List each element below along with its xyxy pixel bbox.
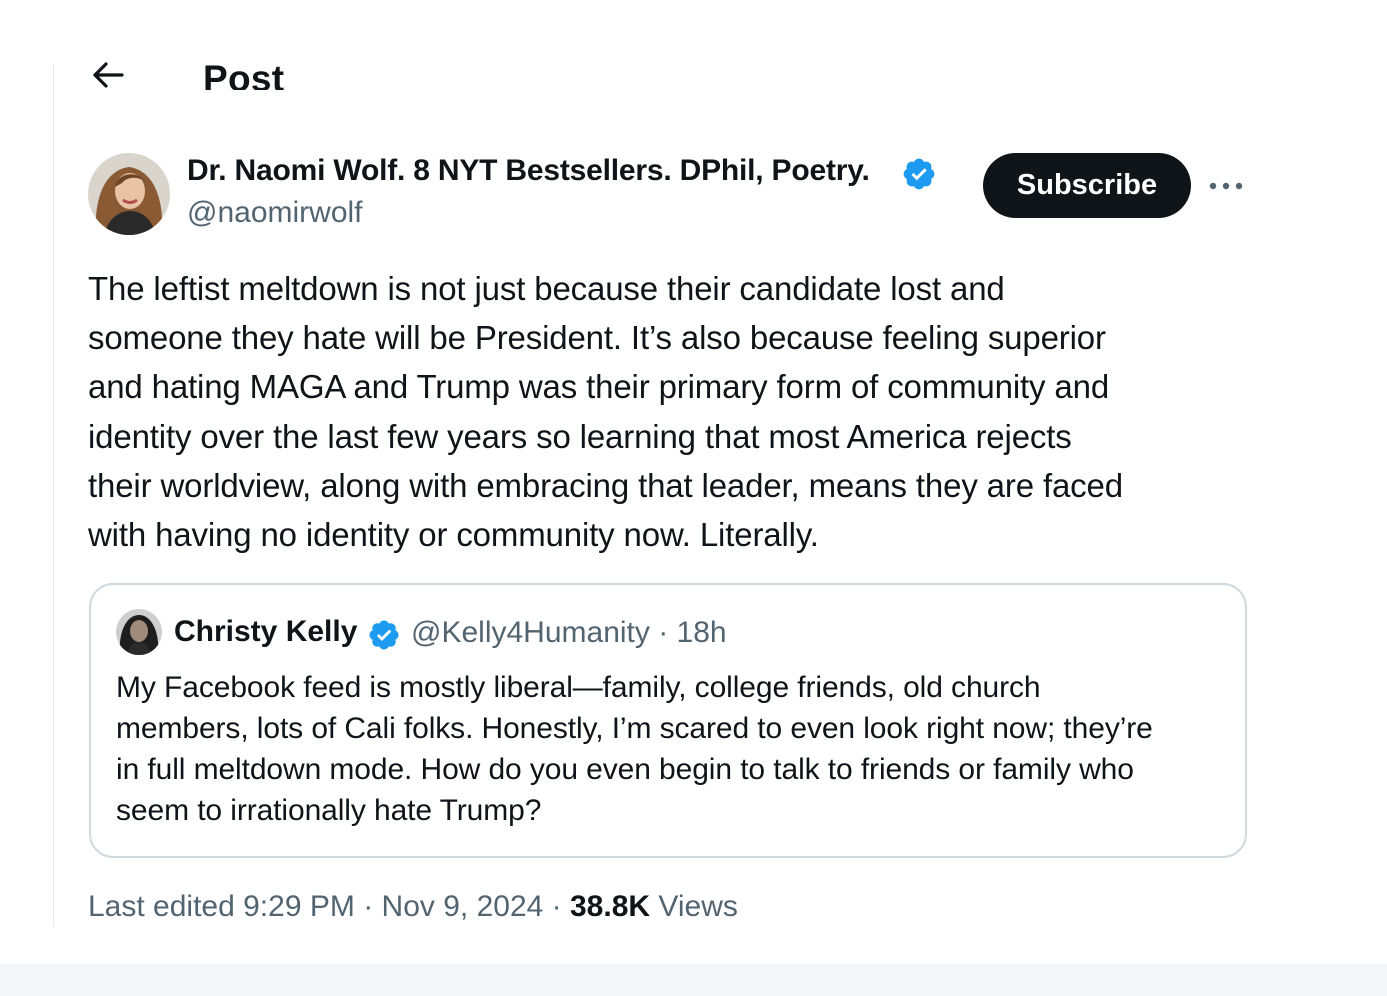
quoted-tweet-text: My Facebook feed is mostly liberal—famil… [116,667,1236,831]
bottom-band [0,964,1387,996]
quoted-tweet-card[interactable]: Christy Kelly @Kelly4Humanity · 18h My F… [89,583,1247,858]
tweet-text-line: and hating MAGA and Trump was their prim… [88,368,1110,406]
tweet-text-line: someone they hate will be President. It’… [88,319,1106,357]
quoted-text-line: seem to irrationally hate Trump? [116,794,542,827]
subscribe-button[interactable]: Subscribe [983,153,1191,218]
quoted-text-line: in full meltdown mode. How do you even b… [116,753,1134,786]
timeline-divider [53,64,54,926]
edited-label[interactable]: Last edited [88,890,235,923]
author-handle[interactable]: @naomirwolf [187,196,363,230]
tweet-time[interactable]: 9:29 PM [243,890,355,923]
quoted-author-name[interactable]: Christy Kelly [174,615,357,649]
author-name[interactable]: Dr. Naomi Wolf. 8 NYT Bestsellers. DPhil… [187,154,870,188]
quoted-author-handle: @Kelly4Humanity · 18h [411,616,727,649]
quoted-timestamp[interactable]: 18h [677,616,727,649]
more-horizontal-icon [1209,182,1243,190]
quoted-handle[interactable]: @Kelly4Humanity [411,616,650,649]
views-label: Views [658,890,738,923]
quoted-text-line: My Facebook feed is mostly liberal—famil… [116,671,1041,704]
author-avatar[interactable] [88,153,170,235]
tweet-text-line: The leftist meltdown is not just because… [88,270,1005,307]
quoted-author-avatar[interactable] [116,609,162,655]
tweet-date[interactable]: Nov 9, 2024 [382,890,544,923]
tweet-text-line: identity over the last few years so lear… [88,417,1072,455]
quoted-text-line: members, lots of Cali folks. Honestly, I… [116,712,1153,745]
verified-badge-icon [903,158,935,190]
verified-badge-icon [369,620,399,650]
tweet-text: The leftist meltdown is not just because… [88,264,1248,559]
views-count: 38.8K [569,890,651,923]
page-title: Post [203,58,285,90]
tweet-meta: Last edited 9:29 PM · Nov 9, 2024 · 38.8… [88,890,738,923]
tweet-text-line: their worldview, along with embracing th… [88,466,1123,504]
back-button[interactable] [86,55,130,95]
more-options-button[interactable] [1204,166,1248,206]
tweet-text-line: with having no identity or community now… [88,516,819,554]
arrow-left-icon [93,62,124,88]
